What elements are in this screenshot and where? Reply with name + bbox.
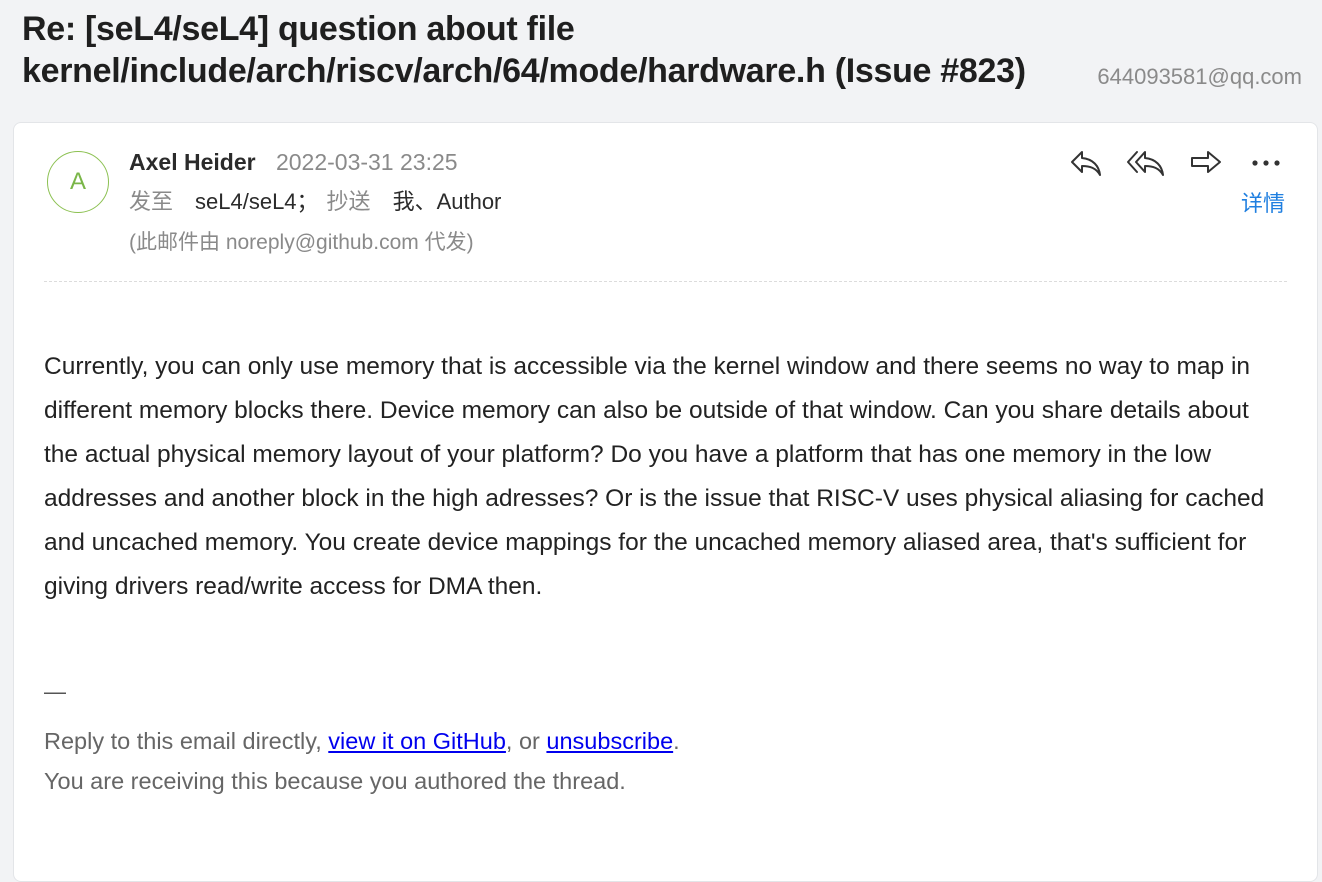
email-subject: Re: [seL4/seL4] question about file kern…: [22, 10, 1026, 90]
cc-label: 抄送: [326, 189, 371, 214]
email-actions: [1065, 143, 1287, 183]
reply-button[interactable]: [1065, 143, 1107, 183]
reply-all-icon: [1127, 151, 1164, 176]
sent-time: 2022-03-31 23:25: [275, 149, 458, 175]
email-footer: Reply to this email directly, view it on…: [44, 721, 680, 801]
to-recipient[interactable]: seL4/seL4；: [195, 189, 319, 214]
email-body: Currently, you can only use memory that …: [44, 345, 1284, 609]
subject-bar: Re: [seL4/seL4] question about file kern…: [0, 0, 1322, 120]
message-text: Currently, you can only use memory that …: [44, 353, 1265, 600]
forward-button[interactable]: [1185, 143, 1227, 183]
header-divider: [44, 281, 1287, 282]
sender-name[interactable]: Axel Heider: [129, 149, 256, 175]
footer-receiving-line: You are receiving this because you autho…: [44, 768, 626, 794]
more-icon: [1252, 160, 1280, 166]
to-label: 发至: [129, 189, 174, 214]
avatar[interactable]: A: [47, 151, 109, 213]
reply-all-button[interactable]: [1125, 143, 1167, 183]
footer-period: .: [673, 728, 680, 754]
forward-icon: [1191, 151, 1221, 173]
footer-reply-line: Reply to this email directly, view it on…: [44, 721, 680, 761]
sent-via-note: (此邮件由 noreply@github.com 代发): [129, 231, 474, 254]
more-button[interactable]: [1245, 143, 1287, 183]
email-card: A Axel Heider 2022-03-31 23:25 发至 seL4/se…: [13, 122, 1318, 882]
sender-row: Axel Heider 2022-03-31 23:25: [129, 145, 458, 179]
or-text: , or: [505, 728, 540, 754]
view-on-github-link[interactable]: view it on GitHub: [328, 728, 506, 754]
recipients-row: 发至 seL4/seL4； 抄送 我、Author: [129, 185, 501, 219]
cc-recipient[interactable]: 我、Author: [393, 189, 502, 214]
unsubscribe-link[interactable]: unsubscribe: [546, 728, 673, 754]
signature-dash: —: [44, 679, 66, 704]
details-link[interactable]: 详情: [1241, 187, 1285, 221]
reply-icon: [1071, 151, 1101, 176]
reply-directly-text: Reply to this email directly,: [44, 728, 322, 754]
account-address: 644093581@qq.com: [1097, 64, 1302, 89]
